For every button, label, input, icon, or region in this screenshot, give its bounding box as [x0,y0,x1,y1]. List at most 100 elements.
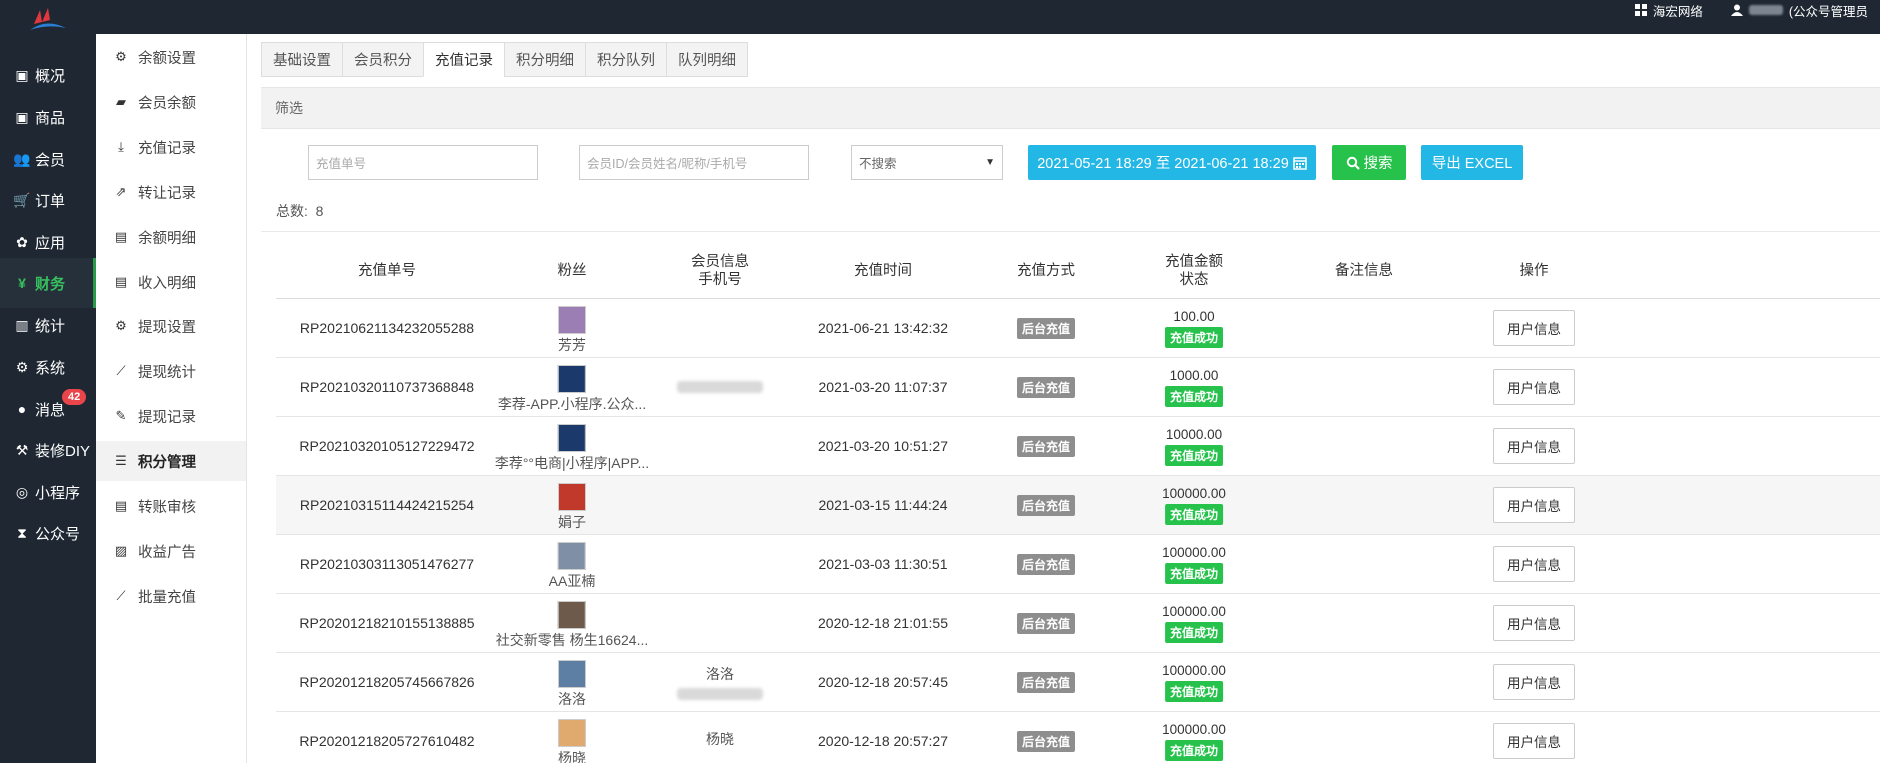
user-info-button[interactable]: 用户信息 [1493,546,1575,582]
table-row: RP20210315114424215254 娟子 2021-03-15 11:44… [276,476,1880,535]
sidebar-item-label: 商品 [35,109,66,127]
amount-cell: 100000.00 充值成功 [1162,476,1226,534]
export-excel-button[interactable]: 导出 EXCEL [1421,145,1523,180]
col-method: 充值方式 [1017,262,1075,279]
order-number: RP20210315114424215254 [299,497,475,513]
subnav-item-10[interactable]: ▤ 转账审核 [96,486,246,526]
tab-4[interactable]: 积分队列 [585,42,666,77]
subnav-item-11[interactable]: ▨ 收益广告 [96,531,246,571]
fan-cell: 李荐-APP.小程序.公众... [498,358,646,416]
recharge-time: 2021-06-21 13:42:32 [818,320,948,336]
order-number: RP20201218205745667826 [299,674,475,690]
table-row: RP20201218205727610482 杨晓 杨晓 2020-12-18 20:… [276,712,1880,763]
users-icon: 👥 [13,150,31,167]
subnav-item-3[interactable]: ⇗ 转让记录 [96,172,246,212]
subnav-item-label: 积分管理 [138,454,196,471]
subnav-item-7[interactable]: ⟋ 提现统计 [96,351,246,391]
order-number-input[interactable]: 充值单号 [308,145,538,180]
fan-name: 芳芳 [558,336,586,353]
search-button[interactable]: 搜索 [1332,145,1406,180]
member-search-input[interactable]: 会员ID/会员姓名/昵称/手机号 [579,145,809,180]
tab-2[interactable]: 充值记录 [423,42,504,77]
avatar [557,364,586,393]
order-number-placeholder: 充值单号 [316,157,367,171]
method-tag: 后台充值 [1016,730,1076,752]
cart-icon: 🛒 [13,191,31,208]
gear-icon: ⚙ [115,318,127,333]
col-action: 操作 [1519,262,1549,279]
time-cell: 2021-03-20 11:07:37 [819,358,948,416]
sidebar-item-11[interactable]: ⧗ 公众号 [0,508,96,558]
sidebar-item-label: 会员 [35,151,66,169]
sidebar-item-label: 概况 [35,67,66,85]
subnav-item-6[interactable]: ⚙ 提现设置 [96,306,246,346]
recharge-time: 2021-03-15 11:44:24 [818,497,948,513]
order-number-cell: RP20210320110737368848 [300,358,474,416]
user-info-button[interactable]: 用户信息 [1493,428,1575,464]
date-range-button[interactable]: 2021-05-21 18:29 至 2021-06-21 18:29 [1028,145,1316,180]
user-info-button[interactable]: 用户信息 [1493,664,1575,700]
tab-0[interactable]: 基础设置 [261,42,342,77]
method-cell: 后台充值 [1016,358,1076,416]
dashboard-icon: ▣ [15,66,29,83]
fan-name: AA亚楠 [548,572,596,589]
subnav-item-12[interactable]: ⟋ 批量充值 [96,576,246,616]
subnav-item-0[interactable]: ⚙ 余额设置 [96,37,246,77]
col-fan: 粉丝 [557,262,587,279]
recharge-time: 2021-03-03 11:30:51 [818,556,948,572]
grid-icon [1634,4,1647,16]
tab-3[interactable]: 积分明细 [504,42,585,77]
subnav-item-2[interactable]: ⤓ 充值记录 [96,127,246,167]
amount-cell: 1000.00 充值成功 [1164,358,1224,416]
user-menu[interactable]: (公众号管理员 [1730,1,1868,20]
filter-header: 筛选 [261,87,1880,129]
sidebar-item-label: 财务 [35,275,66,293]
time-cell: 2020-12-18 20:57:45 [818,653,948,711]
search-icon [1346,156,1360,170]
subnav-item-label: 提现记录 [138,409,196,426]
fan-cell: 洛洛 [558,653,586,711]
user-info-button[interactable]: 用户信息 [1493,310,1575,346]
fan-cell: AA亚楠 [548,535,596,593]
amount-cell: 100000.00 充值成功 [1162,594,1226,652]
user-info-button[interactable]: 用户信息 [1493,605,1575,641]
user-name-blurred [1748,5,1783,15]
method-cell: 后台充值 [1016,535,1076,593]
sidebar-item-label: 订单 [35,192,66,210]
search-type-value: 不搜索 [859,157,897,171]
user-info-button[interactable]: 用户信息 [1493,723,1575,759]
subnav-item-5[interactable]: ▤ 收入明细 [96,262,246,302]
subnav-item-label: 收入明细 [138,275,196,292]
action-cell: 用户信息 [1493,417,1575,475]
total-count: 总数: 8 [276,201,323,221]
action-cell: 用户信息 [1493,535,1575,593]
line-chart-icon: ⟋ [116,588,126,603]
status-badge: 充值成功 [1164,326,1224,348]
top-bar: 海宏网络 (公众号管理员 [0,0,1880,34]
brand-logo[interactable] [28,6,68,36]
amount-value: 10000.00 [1165,426,1223,442]
subnav-item-4[interactable]: ▤ 余额明细 [96,217,246,257]
sidebar-item-label: 消息 [35,401,66,419]
tab-5[interactable]: 队列明细 [666,42,748,77]
order-number-cell: RP20201218205727610482 [299,712,474,763]
recharge-table: 充值单号 粉丝 会员信息 手机号 充值时间 充值方式 充值金额 状态 备注信息 操作… [276,242,1880,763]
user-info-button[interactable]: 用户信息 [1493,369,1575,405]
search-type-select[interactable]: 不搜索 ▼ [851,145,1003,180]
tab-1[interactable]: 会员积分 [342,42,423,77]
table-row: RP20201218205745667826 洛洛 洛洛 2020-12-18 20:… [276,653,1880,712]
status-badge: 充值成功 [1164,385,1224,407]
gear-icon: ⚙ [115,49,127,64]
subnav-item-8[interactable]: ✎ 提现记录 [96,396,246,436]
subnav-item-label: 提现统计 [138,364,196,381]
amount-value: 100000.00 [1162,662,1226,678]
order-number: RP20201218210155138885 [299,615,475,631]
order-number-cell: RP20210621134232055288 [300,299,474,357]
subnav-item-9[interactable]: ☰ 积分管理 [96,441,246,481]
subnav-item-1[interactable]: ▰ 会员余额 [96,82,246,122]
company-link[interactable]: 海宏网络 [1634,1,1703,20]
member-info-cell [677,358,763,416]
user-info-button[interactable]: 用户信息 [1493,487,1575,523]
status-badge: 充值成功 [1164,503,1224,525]
avatar [558,541,586,570]
